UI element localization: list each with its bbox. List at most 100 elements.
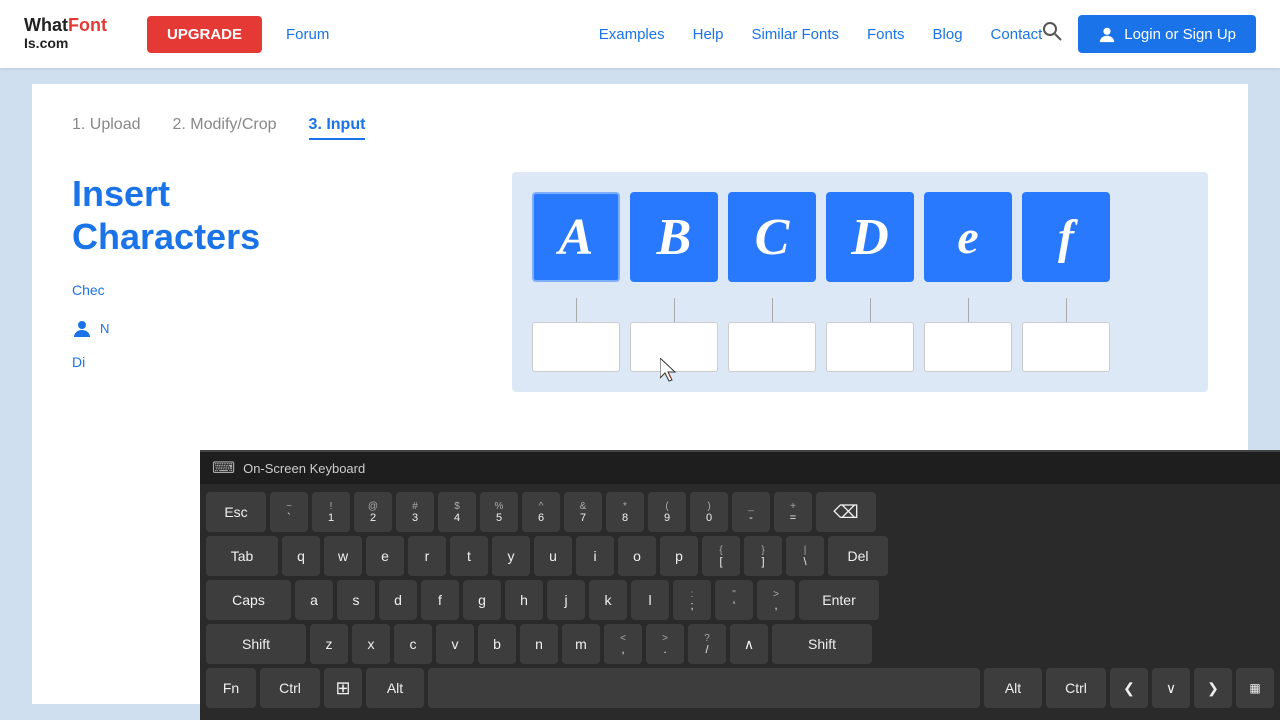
key-f[interactable]: f — [421, 580, 459, 620]
key-rbrace[interactable]: }] — [744, 536, 782, 576]
input-tile-2[interactable] — [630, 322, 718, 372]
key-left-arrow[interactable]: ❮ — [1110, 668, 1148, 708]
key-alt-left[interactable]: Alt — [366, 668, 424, 708]
nav-examples[interactable]: Examples — [599, 26, 665, 43]
key-quote[interactable]: "' — [715, 580, 753, 620]
key-backspace[interactable]: ⌫ — [816, 492, 876, 532]
nav-similar-fonts[interactable]: Similar Fonts — [751, 26, 839, 43]
key-s[interactable]: s — [337, 580, 375, 620]
key-6[interactable]: ^6 — [522, 492, 560, 532]
key-m[interactable]: m — [562, 624, 600, 664]
key-b[interactable]: b — [478, 624, 516, 664]
input-tile-5[interactable] — [924, 322, 1012, 372]
upgrade-button[interactable]: UPGRADE — [147, 16, 262, 53]
key-lbrace[interactable]: {[ — [702, 536, 740, 576]
key-shift-right[interactable]: Shift — [772, 624, 872, 664]
key-pipe[interactable]: |\ — [786, 536, 824, 576]
key-space[interactable] — [428, 668, 980, 708]
key-c[interactable]: c — [394, 624, 432, 664]
step-input[interactable]: 3. Input — [309, 116, 366, 140]
key-i[interactable]: i — [576, 536, 614, 576]
letter-tile-f[interactable]: f — [1022, 192, 1110, 282]
search-button[interactable] — [1042, 21, 1062, 47]
key-r[interactable]: r — [408, 536, 446, 576]
key-gt[interactable]: >. — [646, 624, 684, 664]
key-5[interactable]: %5 — [480, 492, 518, 532]
key-j[interactable]: j — [547, 580, 585, 620]
key-colon[interactable]: :; — [673, 580, 711, 620]
key-comma-dec[interactable]: >, — [757, 580, 795, 620]
key-k[interactable]: k — [589, 580, 627, 620]
letter-tile-A[interactable]: A — [532, 192, 620, 282]
key-0[interactable]: )0 — [690, 492, 728, 532]
key-o[interactable]: o — [618, 536, 656, 576]
input-tile-1[interactable] — [532, 322, 620, 372]
key-q[interactable]: q — [282, 536, 320, 576]
key-n[interactable]: n — [520, 624, 558, 664]
key-h[interactable]: h — [505, 580, 543, 620]
nav-contact[interactable]: Contact — [991, 26, 1043, 43]
key-backtick[interactable]: ~` — [270, 492, 308, 532]
letter-tile-C[interactable]: C — [728, 192, 816, 282]
key-l[interactable]: l — [631, 580, 669, 620]
key-tab[interactable]: Tab — [206, 536, 278, 576]
key-esc[interactable]: Esc — [206, 492, 266, 532]
logo[interactable]: WhatFont Is.com — [24, 16, 107, 51]
key-question[interactable]: ?/ — [688, 624, 726, 664]
input-tile-3[interactable] — [728, 322, 816, 372]
input-tile-6[interactable] — [1022, 322, 1110, 372]
key-shift-left[interactable]: Shift — [206, 624, 306, 664]
connector-2 — [630, 298, 718, 322]
key-4[interactable]: $4 — [438, 492, 476, 532]
key-lt[interactable]: <, — [604, 624, 642, 664]
key-2[interactable]: @2 — [354, 492, 392, 532]
key-fn[interactable]: Fn — [206, 668, 256, 708]
key-del[interactable]: Del — [828, 536, 888, 576]
key-win[interactable]: ⊞ — [324, 668, 362, 708]
connector-1 — [532, 298, 620, 322]
nav-fonts[interactable]: Fonts — [867, 26, 905, 43]
key-ctrl-left[interactable]: Ctrl — [260, 668, 320, 708]
key-g[interactable]: g — [463, 580, 501, 620]
key-a[interactable]: a — [295, 580, 333, 620]
key-caps[interactable]: Caps — [206, 580, 291, 620]
key-y[interactable]: y — [492, 536, 530, 576]
keyboard-icon: ⌨ — [212, 458, 235, 478]
key-x[interactable]: x — [352, 624, 390, 664]
key-e[interactable]: e — [366, 536, 404, 576]
nav-forum[interactable]: Forum — [286, 26, 571, 43]
login-button[interactable]: Login or Sign Up — [1078, 15, 1256, 53]
key-z[interactable]: z — [310, 624, 348, 664]
key-enter[interactable]: Enter — [799, 580, 879, 620]
letter-tile-B[interactable]: B — [630, 192, 718, 282]
letter-tile-e[interactable]: e — [924, 192, 1012, 282]
keyboard-title: On-Screen Keyboard — [243, 461, 365, 476]
key-t[interactable]: t — [450, 536, 488, 576]
key-up-arrow[interactable]: ∧ — [730, 624, 768, 664]
key-minus[interactable]: _- — [732, 492, 770, 532]
nav-blog[interactable]: Blog — [933, 26, 963, 43]
nav-help[interactable]: Help — [693, 26, 724, 43]
key-u[interactable]: u — [534, 536, 572, 576]
key-ctrl-right[interactable]: Ctrl — [1046, 668, 1106, 708]
key-right-arrow[interactable]: ❯ — [1194, 668, 1232, 708]
key-8[interactable]: *8 — [606, 492, 644, 532]
key-7[interactable]: &7 — [564, 492, 602, 532]
key-numpad[interactable]: ▦ — [1236, 668, 1274, 708]
step-upload[interactable]: 1. Upload — [72, 116, 141, 140]
key-v[interactable]: v — [436, 624, 474, 664]
key-3[interactable]: #3 — [396, 492, 434, 532]
key-equals[interactable]: += — [774, 492, 812, 532]
user-icon — [72, 318, 92, 338]
key-p[interactable]: p — [660, 536, 698, 576]
key-1[interactable]: !1 — [312, 492, 350, 532]
key-9[interactable]: (9 — [648, 492, 686, 532]
key-d[interactable]: d — [379, 580, 417, 620]
key-alt-right[interactable]: Alt — [984, 668, 1042, 708]
key-w[interactable]: w — [324, 536, 362, 576]
key-down-arrow[interactable]: ∨ — [1152, 668, 1190, 708]
letter-tile-D[interactable]: D — [826, 192, 914, 282]
notification-row: N — [72, 318, 472, 338]
input-tile-4[interactable] — [826, 322, 914, 372]
step-modify[interactable]: 2. Modify/Crop — [173, 116, 277, 140]
